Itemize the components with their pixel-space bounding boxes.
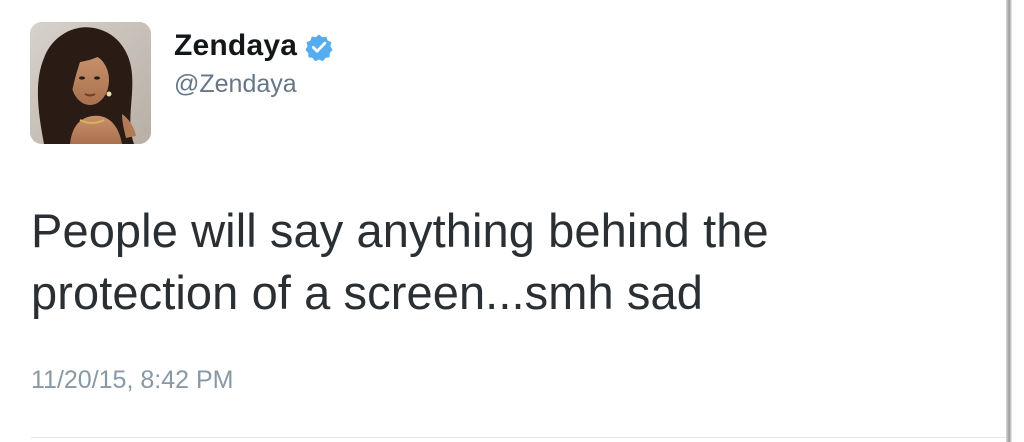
divider [31, 437, 1006, 438]
verified-badge-icon [305, 33, 333, 61]
tweet-card: Zendaya @Zendaya People will say anythin… [0, 0, 1024, 442]
avatar[interactable] [30, 22, 151, 144]
display-name-row[interactable]: Zendaya [174, 28, 333, 64]
screen-edge [1006, 0, 1012, 442]
timestamp[interactable]: 11/20/15, 8:42 PM [31, 366, 233, 395]
display-name[interactable]: Zendaya [174, 29, 297, 63]
profile-photo [30, 22, 151, 144]
handle[interactable]: @Zendaya [174, 70, 297, 99]
tweet-text: People will say anything behind the prot… [31, 204, 769, 319]
